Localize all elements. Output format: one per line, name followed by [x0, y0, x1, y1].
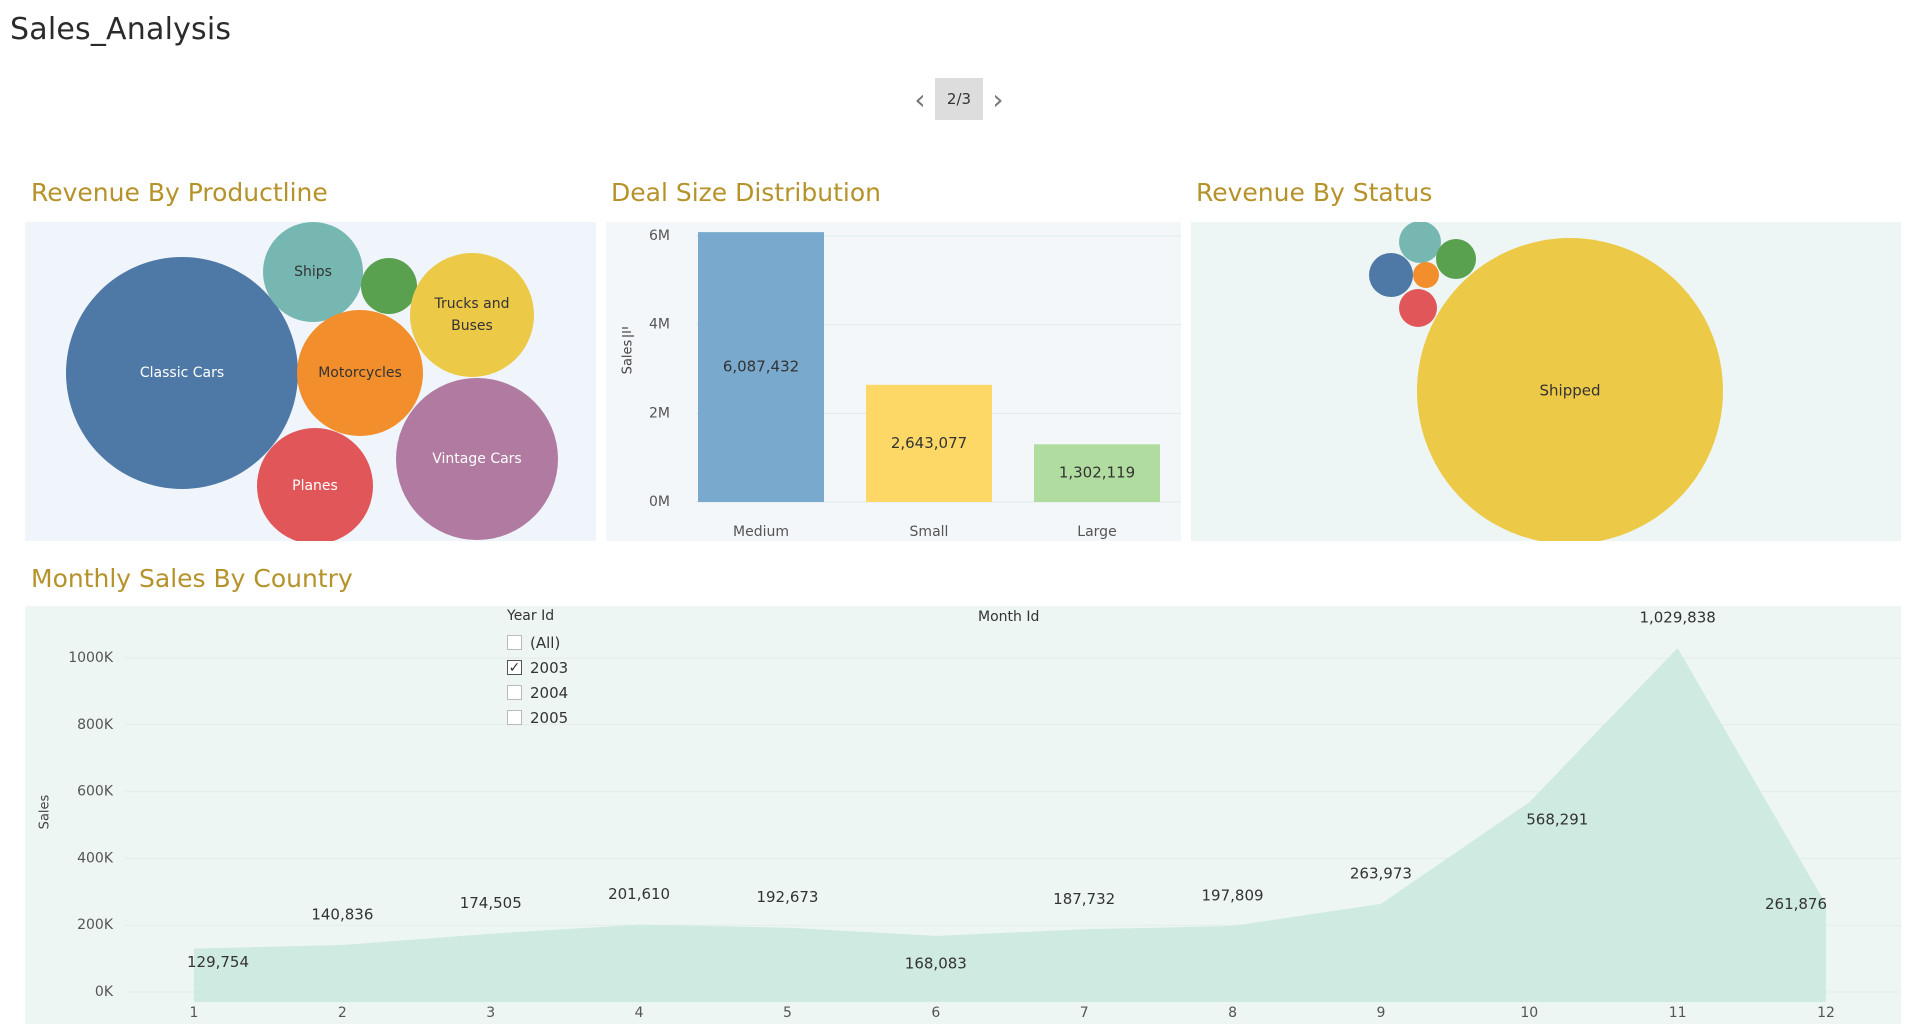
- x-tick-label: 12: [1817, 1005, 1835, 1021]
- status-bubble[interactable]: [1399, 221, 1441, 263]
- y-tick-label: 200K: [77, 917, 114, 933]
- x-tick-label: 10: [1520, 1005, 1538, 1021]
- status-bubble[interactable]: [1436, 239, 1476, 279]
- area-data-label: 174,505: [460, 894, 522, 912]
- area-data-label: 261,876: [1765, 895, 1827, 913]
- checkbox[interactable]: [507, 710, 522, 725]
- checkbox[interactable]: ✓: [507, 660, 522, 675]
- x-tick-label: 9: [1376, 1005, 1385, 1021]
- y-tick-label: 6M: [649, 228, 670, 244]
- x-tick-label: 7: [1080, 1005, 1089, 1021]
- y-tick-label: 400K: [77, 850, 114, 866]
- x-tick-label: Large: [1077, 524, 1116, 540]
- year-option-label: 2003: [530, 658, 569, 677]
- status-title: Revenue By Status: [1196, 178, 1433, 207]
- y-axis-label: Sales: [621, 339, 636, 374]
- monthly-panel: 0K 200K 400K 600K 800K 1000K Sales 129,754 1 140,…: [25, 606, 1901, 1024]
- status-bubble[interactable]: [1399, 289, 1437, 327]
- area-data-label: 129,754: [187, 953, 249, 971]
- area-data-label: 197,809: [1202, 886, 1264, 904]
- y-tick-label: 800K: [77, 717, 114, 733]
- y-tick-label: 0M: [649, 494, 670, 510]
- x-tick-label: 2: [338, 1005, 347, 1021]
- page-indicator[interactable]: 2/3: [935, 78, 983, 120]
- chevron-left-icon[interactable]: ‹: [905, 78, 935, 120]
- y-axis-label: Sales: [38, 794, 53, 829]
- checkbox[interactable]: [507, 685, 522, 700]
- story-pager: ‹ 2/3 ›: [905, 78, 1013, 120]
- x-tick-label: Medium: [733, 524, 789, 540]
- area-data-label: 201,610: [608, 885, 670, 903]
- monthly-title: Monthly Sales By Country: [31, 564, 353, 593]
- month-id-header: Month Id: [978, 609, 1040, 625]
- productline-bubble-chart: Classic Cars Ships Trucks and Buses Motorcyc…: [25, 222, 596, 544]
- productline-title: Revenue By Productline: [31, 178, 328, 207]
- area-data-label: 140,836: [311, 905, 373, 923]
- bubble-label: Classic Cars: [140, 365, 224, 381]
- year-option-2003[interactable]: ✓ 2003: [507, 655, 568, 680]
- bar-data-label: 1,302,119: [1059, 464, 1135, 482]
- status-panel: Shipped: [1191, 221, 1901, 544]
- y-tick-label: 1000K: [68, 650, 114, 666]
- area-data-label: 568,291: [1526, 811, 1588, 829]
- dealsize-panel: 0M 2M 4M 6M Sales 6,087,432 Medium 2,643,077 Sma…: [606, 222, 1181, 541]
- area-data-label: 187,732: [1053, 890, 1115, 908]
- x-tick-label: 6: [931, 1005, 940, 1021]
- year-option-label: 2005: [530, 708, 569, 727]
- app-title: Sales_Analysis: [10, 12, 232, 47]
- x-tick-label: 5: [783, 1005, 792, 1021]
- area-data-label: 263,973: [1350, 864, 1412, 882]
- x-tick-label: Small: [910, 524, 949, 540]
- bubble-label: Ships: [294, 264, 332, 280]
- dealsize-bar-chart: 0M 2M 4M 6M Sales 6,087,432 Medium 2,643,077 Sma…: [606, 222, 1181, 541]
- year-option-2005[interactable]: 2005: [507, 705, 568, 730]
- x-tick-label: 1: [190, 1005, 199, 1021]
- bubble-label: Trucks and: [433, 296, 509, 312]
- productline-bubble[interactable]: [410, 253, 534, 377]
- x-tick-label: 3: [486, 1005, 495, 1021]
- chevron-right-icon[interactable]: ›: [983, 78, 1013, 120]
- year-option-2004[interactable]: 2004: [507, 680, 568, 705]
- productline-bubble[interactable]: [361, 258, 417, 314]
- area-data-label: 168,083: [905, 954, 967, 972]
- monthly-area-chart: 0K 200K 400K 600K 800K 1000K Sales 129,754 1 140,…: [25, 606, 1901, 1024]
- bar-data-label: 6,087,432: [723, 358, 799, 376]
- dealsize-title: Deal Size Distribution: [611, 178, 881, 207]
- status-bubble[interactable]: [1413, 262, 1439, 288]
- bubble-label: Shipped: [1540, 382, 1601, 400]
- area-data-label: 192,673: [756, 888, 818, 906]
- y-tick-label: 0K: [95, 984, 114, 1000]
- bubble-label: Planes: [292, 478, 338, 494]
- x-tick-label: 4: [635, 1005, 644, 1021]
- bar-data-label: 2,643,077: [891, 434, 967, 452]
- status-bubble-chart: Shipped: [1191, 221, 1901, 544]
- x-tick-label: 11: [1669, 1005, 1687, 1021]
- year-filter: Year Id (All) ✓ 2003 2004 2005: [507, 608, 568, 730]
- status-bubble[interactable]: [1369, 253, 1413, 297]
- y-tick-label: 600K: [77, 784, 114, 800]
- bubble-label: Buses: [451, 318, 493, 334]
- x-tick-label: 8: [1228, 1005, 1237, 1021]
- year-option-label: (All): [530, 633, 561, 652]
- year-option-label: 2004: [530, 683, 569, 702]
- checkbox[interactable]: [507, 635, 522, 650]
- y-tick-label: 4M: [649, 317, 670, 333]
- y-tick-label: 2M: [649, 405, 670, 421]
- year-filter-title: Year Id: [507, 608, 555, 624]
- bubble-label: Vintage Cars: [432, 451, 521, 467]
- bubble-label: Motorcycles: [318, 365, 402, 381]
- area-data-label: 1,029,838: [1639, 609, 1715, 627]
- productline-panel: Classic Cars Ships Trucks and Buses Motorcyc…: [25, 222, 596, 544]
- year-option-all[interactable]: (All): [507, 630, 568, 655]
